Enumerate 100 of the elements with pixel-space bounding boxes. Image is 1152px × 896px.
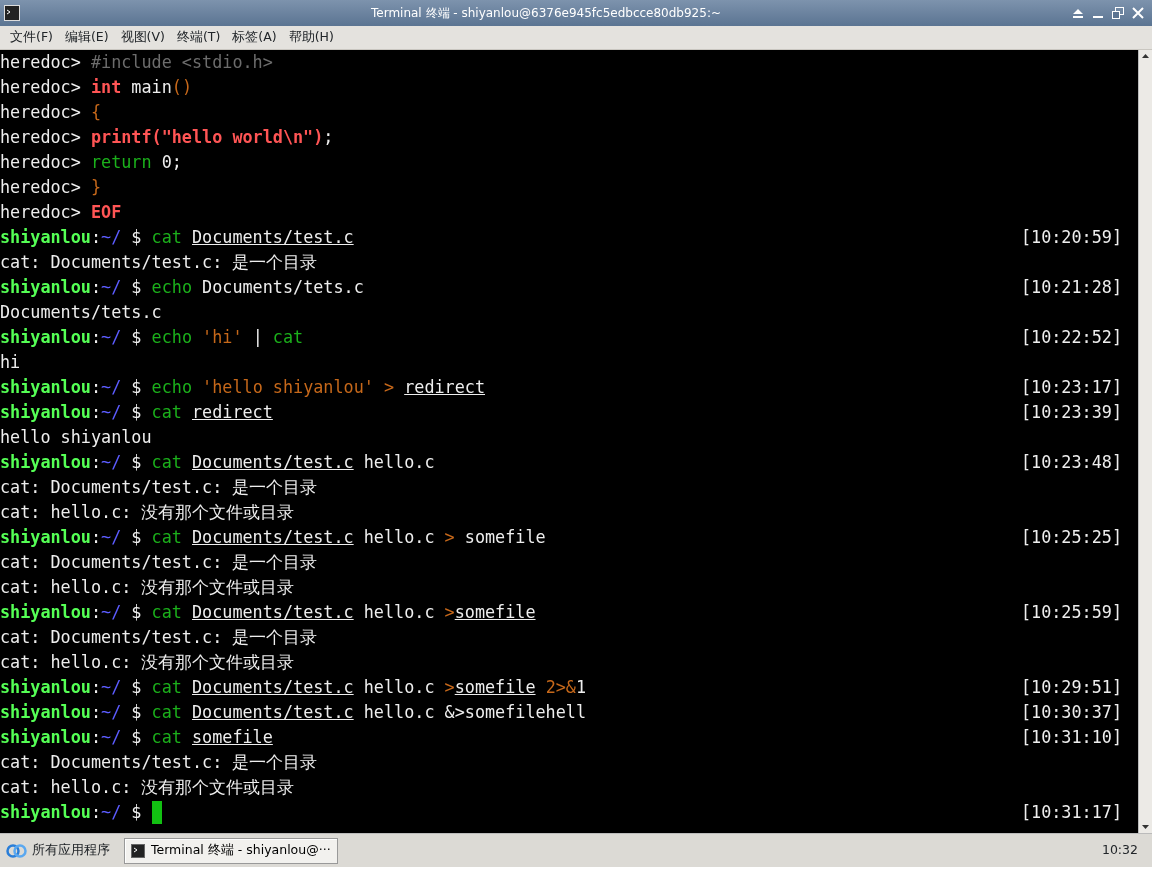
close-icon[interactable] xyxy=(1132,7,1144,19)
prompt-path: ~/ xyxy=(101,226,122,249)
output-line: heredoc> { xyxy=(0,101,102,124)
command-text: cat Documents/test.c hello.c > somefile xyxy=(151,526,546,549)
command-text: cat Documents/test.c hello.c &>somefilehell xyxy=(151,701,587,724)
timestamp: [10:20:59] xyxy=(1020,226,1123,249)
prompt-path: ~/ xyxy=(101,401,122,424)
app-menu-icon[interactable] xyxy=(6,842,28,859)
prompt-separator: : xyxy=(90,451,102,474)
output-line: cat: hello.c: 没有那个文件或目录 xyxy=(0,776,295,799)
prompt-user: shiyanlou xyxy=(0,276,91,299)
prompt-symbol: $ xyxy=(130,451,143,474)
prompt-symbol: $ xyxy=(130,401,143,424)
menu-item[interactable]: 编辑(E) xyxy=(58,28,115,47)
command-text: cat Documents/test.c hello.c xyxy=(151,451,435,474)
timestamp: [10:23:48] xyxy=(1020,451,1123,474)
prompt-user: shiyanlou xyxy=(0,401,91,424)
clock: 10:32 xyxy=(1101,841,1139,860)
prompt-symbol: $ xyxy=(130,376,143,399)
prompt-symbol: $ xyxy=(130,801,143,824)
timestamp: [10:31:10] xyxy=(1020,726,1123,749)
output-line: cat: hello.c: 没有那个文件或目录 xyxy=(0,576,295,599)
prompt-path: ~/ xyxy=(101,801,122,824)
prompt-symbol: $ xyxy=(130,526,143,549)
command-text: cat Documents/test.c hello.c >somefile xyxy=(151,601,536,624)
command-text: echo 'hello shiyanlou' > redirect xyxy=(151,376,485,399)
prompt-path: ~/ xyxy=(101,601,122,624)
output-line: cat: hello.c: 没有那个文件或目录 xyxy=(0,651,295,674)
output-line: heredoc> int main() xyxy=(0,76,192,99)
timestamp: [10:31:17] xyxy=(1020,801,1123,824)
prompt-symbol: $ xyxy=(130,701,143,724)
prompt-separator: : xyxy=(90,726,102,749)
command-text: cat somefile xyxy=(151,726,273,749)
prompt-symbol: $ xyxy=(130,226,143,249)
prompt-symbol: $ xyxy=(130,726,143,749)
prompt-path: ~/ xyxy=(101,676,122,699)
menu-item[interactable]: 帮助(H) xyxy=(282,28,340,47)
output-line: cat: Documents/test.c: 是一个目录 xyxy=(0,626,318,649)
menu-item[interactable]: 终端(T) xyxy=(170,28,227,47)
output-line: heredoc> EOF xyxy=(0,201,122,224)
output-line: cat: Documents/test.c: 是一个目录 xyxy=(0,751,318,774)
output-line: heredoc> printf("hello world\n"); xyxy=(0,126,334,149)
window-title: Terminal 终端 - shiyanlou@6376e945fc5edbcce80db925:~ xyxy=(370,5,722,22)
shade-icon[interactable] xyxy=(1072,7,1084,19)
prompt-user: shiyanlou xyxy=(0,226,91,249)
restore-icon[interactable] xyxy=(1112,7,1124,19)
prompt-user: shiyanlou xyxy=(0,676,91,699)
timestamp: [10:21:28] xyxy=(1020,276,1123,299)
command-text: cat redirect xyxy=(151,401,273,424)
prompt-separator: : xyxy=(90,276,102,299)
output-line: heredoc> return 0; xyxy=(0,151,182,174)
menu-item[interactable]: 标签(A) xyxy=(226,28,283,47)
prompt-path: ~/ xyxy=(101,326,122,349)
prompt-user: shiyanlou xyxy=(0,601,91,624)
menu-item[interactable]: 文件(F) xyxy=(4,28,59,47)
output-line: cat: Documents/test.c: 是一个目录 xyxy=(0,251,318,274)
timestamp: [10:29:51] xyxy=(1020,676,1123,699)
output-line: cat: Documents/test.c: 是一个目录 xyxy=(0,476,318,499)
prompt-path: ~/ xyxy=(101,701,122,724)
prompt-separator: : xyxy=(90,526,102,549)
output-line: Documents/tets.c xyxy=(0,301,162,324)
prompt-user: shiyanlou xyxy=(0,326,91,349)
prompt-path: ~/ xyxy=(101,726,122,749)
output-line: heredoc> } xyxy=(0,176,102,199)
prompt-separator: : xyxy=(90,801,102,824)
timestamp: [10:25:59] xyxy=(1020,601,1123,624)
output-line: heredoc> #include <stdio.h> xyxy=(0,51,273,74)
output-line: hi xyxy=(0,351,21,374)
prompt-path: ~/ xyxy=(101,451,122,474)
menu-item[interactable]: 视图(V) xyxy=(114,28,171,47)
prompt-separator: : xyxy=(90,601,102,624)
prompt-path: ~/ xyxy=(101,376,122,399)
prompt-path: ~/ xyxy=(101,276,122,299)
timestamp: [10:30:37] xyxy=(1020,701,1123,724)
timestamp: [10:22:52] xyxy=(1020,326,1123,349)
timestamp: [10:23:39] xyxy=(1020,401,1123,424)
command-text: echo Documents/tets.c xyxy=(151,276,364,299)
prompt-user: shiyanlou xyxy=(0,801,91,824)
prompt-separator: : xyxy=(90,676,102,699)
terminal-icon xyxy=(131,843,145,858)
prompt-path: ~/ xyxy=(101,526,122,549)
prompt-separator: : xyxy=(90,326,102,349)
prompt-separator: : xyxy=(90,701,102,724)
command-text: cat Documents/test.c hello.c >somefile 2>&1 xyxy=(151,676,587,699)
prompt-user: shiyanlou xyxy=(0,726,91,749)
taskbar-button[interactable]: Terminal 终端 - shiyanlou@··· xyxy=(124,837,338,864)
prompt-symbol: $ xyxy=(130,676,143,699)
timestamp: [10:25:25] xyxy=(1020,526,1123,549)
prompt-user: shiyanlou xyxy=(0,701,91,724)
prompt-separator: : xyxy=(90,401,102,424)
start-menu-label[interactable]: 所有应用程序 xyxy=(32,841,110,860)
prompt-separator: : xyxy=(90,376,102,399)
scrollbar[interactable] xyxy=(1138,50,1152,833)
prompt-symbol: $ xyxy=(130,276,143,299)
prompt-user: shiyanlou xyxy=(0,376,91,399)
prompt-user: shiyanlou xyxy=(0,451,91,474)
prompt-symbol: $ xyxy=(130,326,143,349)
prompt-user: shiyanlou xyxy=(0,526,91,549)
command-text: cat Documents/test.c xyxy=(151,226,354,249)
terminal-icon xyxy=(4,5,20,21)
